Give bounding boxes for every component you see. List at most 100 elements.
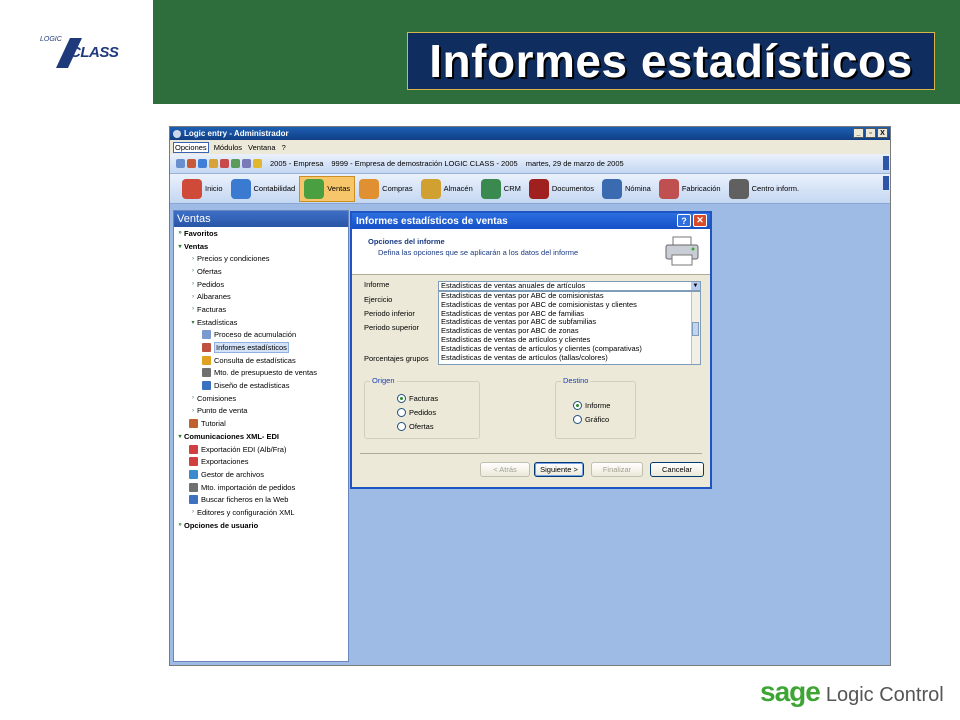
nav-item-pedidos[interactable]: › Pedidos [174, 278, 348, 291]
toolbar-nomina[interactable]: Nómina [598, 176, 655, 202]
back-button[interactable]: < Atrás [480, 462, 530, 477]
minimize-button[interactable]: _ [853, 128, 864, 138]
nav-item-mto-importacion-de-pedidos[interactable]: Mto. importación de pedidos [174, 481, 348, 494]
chevron-icon: ▾ [178, 433, 182, 440]
nav-item-estadisticas[interactable]: ▾ Estadísticas [174, 316, 348, 329]
dialog-close-icon[interactable]: ✕ [693, 214, 707, 227]
chevron-icon: › [192, 509, 194, 516]
nav-item-label: Favoritos [184, 228, 218, 238]
radio-dot-icon[interactable] [397, 422, 406, 431]
cancel-button[interactable]: Cancelar [650, 462, 704, 477]
nav-item-tutorial[interactable]: Tutorial [174, 417, 348, 430]
radio-ofertas[interactable]: Ofertas [397, 422, 434, 431]
radio-dot-icon[interactable] [573, 401, 582, 410]
report-list-scroll-thumb[interactable] [692, 322, 699, 336]
toolbar-centro-inform[interactable]: Centro inform. [725, 176, 804, 202]
nav-item-icon [202, 330, 211, 340]
calendar-icon[interactable] [187, 159, 196, 168]
search-icon[interactable] [231, 159, 240, 168]
nav-item-buscar-ficheros-en-la-web[interactable]: Buscar ficheros en la Web [174, 493, 348, 506]
report-option[interactable]: Estadísticas de ventas de artículos (tal… [439, 353, 700, 363]
factory-icon [658, 178, 679, 199]
nav-item-editores-y-configuracion-xml[interactable]: › Editores y configuración XML [174, 506, 348, 519]
toolbar-contabilidad[interactable]: Contabilidad [227, 176, 300, 202]
nav-item-precios-y-condiciones[interactable]: › Precios y condiciones [174, 252, 348, 265]
chevron-icon: › [192, 293, 194, 300]
destino-title: Destino [561, 376, 591, 385]
nav-item-favoritos[interactable]: » Favoritos [174, 227, 348, 240]
nav-item-ofertas[interactable]: › Ofertas [174, 265, 348, 278]
origen-group: Origen Facturas Pedidos Ofertas [364, 376, 480, 439]
nav-item-proceso-de-acumulacion[interactable]: Proceso de acumulación [174, 329, 348, 342]
label-periodo-inferior: Periodo inferior [364, 309, 415, 318]
nav-item-exportaciones[interactable]: Exportaciones [174, 455, 348, 468]
chevron-down-icon[interactable]: ▼ [691, 282, 700, 290]
nav-item-informes-estadisticos[interactable]: Informes estadísticos [174, 341, 348, 354]
report-select[interactable]: Estadísticas de ventas anuales de artícu… [438, 281, 701, 291]
chevron-icon: › [192, 281, 194, 288]
slide-title-box: Informes estadísticos [407, 32, 935, 90]
nav-item-punto-de-venta[interactable]: › Punto de venta [174, 405, 348, 418]
nav-item-opciones-de-usuario[interactable]: » Opciones de usuario [174, 519, 348, 532]
infobar-chevron-icon[interactable] [883, 156, 889, 170]
nav-item-mto-de-presupuesto-de-ventas[interactable]: Mto. de presupuesto de ventas [174, 367, 348, 380]
toolbar-label: Ventas [327, 184, 351, 193]
nav-item-label: Gestor de archivos [201, 469, 264, 479]
nav-item-label: Editores y configuración XML [197, 507, 295, 517]
radio-dot-icon[interactable] [397, 394, 406, 403]
help-icon[interactable] [198, 159, 207, 168]
radio-informe[interactable]: Informe [573, 401, 610, 410]
toolbar-almacen[interactable]: Almacén [417, 176, 477, 202]
nav-item-comunicaciones-xml-edi[interactable]: ▾ Comunicaciones XML- EDI [174, 430, 348, 443]
mail-icon[interactable] [209, 159, 218, 168]
nav-item-consulta-de-estadisticas[interactable]: Consulta de estadísticas [174, 354, 348, 367]
chevron-icon: » [178, 230, 182, 237]
nav-item-diseno-de-estadisticas[interactable]: Diseño de estadísticas [174, 379, 348, 392]
toolbar-compras[interactable]: Compras [355, 176, 416, 202]
star-icon[interactable] [253, 159, 262, 168]
notes-icon[interactable] [220, 159, 229, 168]
menu-opciones[interactable]: Opciones [173, 141, 209, 153]
toolbar-label: Documentos [551, 184, 594, 193]
next-button[interactable]: Siguiente > [534, 462, 584, 477]
toolbar-chevron-icon[interactable] [883, 176, 889, 190]
nav-item-exportacion-edi-alb-fra[interactable]: Exportación EDI (Alb/Fra) [174, 443, 348, 456]
menu-modulos[interactable]: Módulos [213, 143, 243, 152]
home-icon [182, 178, 202, 199]
radio-facturas[interactable]: Facturas [397, 394, 438, 403]
toolbar-fabricacion[interactable]: Fabricación [655, 176, 725, 202]
list-icon[interactable] [242, 159, 251, 168]
toolbar-ventas[interactable]: Ventas [299, 175, 356, 202]
radio-dot-icon[interactable] [573, 415, 582, 424]
origen-title: Origen [370, 376, 397, 385]
menu-help[interactable]: ? [281, 143, 287, 152]
radio-dot-icon[interactable] [397, 408, 406, 417]
dialog-titlebar[interactable]: Informes estadísticos de ventas ? ✕ [352, 213, 710, 229]
toolbar-documentos[interactable]: Documentos [525, 176, 598, 202]
logic-class-logo: LOGIC CLASS [40, 36, 120, 70]
nav-item-label: Estadísticas [197, 317, 238, 327]
dialog-help-icon[interactable]: ? [677, 214, 691, 227]
menu-bar: Opciones Módulos Ventana ? [170, 140, 890, 154]
menu-ventana[interactable]: Ventana [247, 143, 277, 152]
finish-button[interactable]: Finalizar [591, 462, 643, 477]
nav-item-gestor-de-archivos[interactable]: Gestor de archivos [174, 468, 348, 481]
nav-item-comisiones[interactable]: › Comisiones [174, 392, 348, 405]
quick-icons [176, 159, 262, 168]
nav-item-facturas[interactable]: › Facturas [174, 303, 348, 316]
close-window-button[interactable]: X [877, 128, 888, 138]
nav-item-label: Facturas [197, 304, 227, 314]
radio-grafico[interactable]: Gráfico [573, 415, 609, 424]
nav-item-label: Comisiones [197, 393, 237, 403]
sage-product: Logic Control [825, 684, 944, 706]
restore-button[interactable]: ▫ [865, 128, 876, 138]
nav-item-icon [202, 368, 211, 378]
toolbar-inicio[interactable]: Inicio [178, 176, 227, 202]
user-icon[interactable] [176, 159, 185, 168]
toolbar-crm[interactable]: CRM [477, 176, 525, 202]
nav-item-label: Diseño de estadísticas [214, 381, 290, 391]
radio-pedidos[interactable]: Pedidos [397, 408, 436, 417]
window-titlebar[interactable]: Logic entry - Administrador [170, 127, 890, 140]
nav-item-ventas[interactable]: ▾ Ventas [174, 240, 348, 253]
nav-item-albaranes[interactable]: › Albaranes [174, 290, 348, 303]
